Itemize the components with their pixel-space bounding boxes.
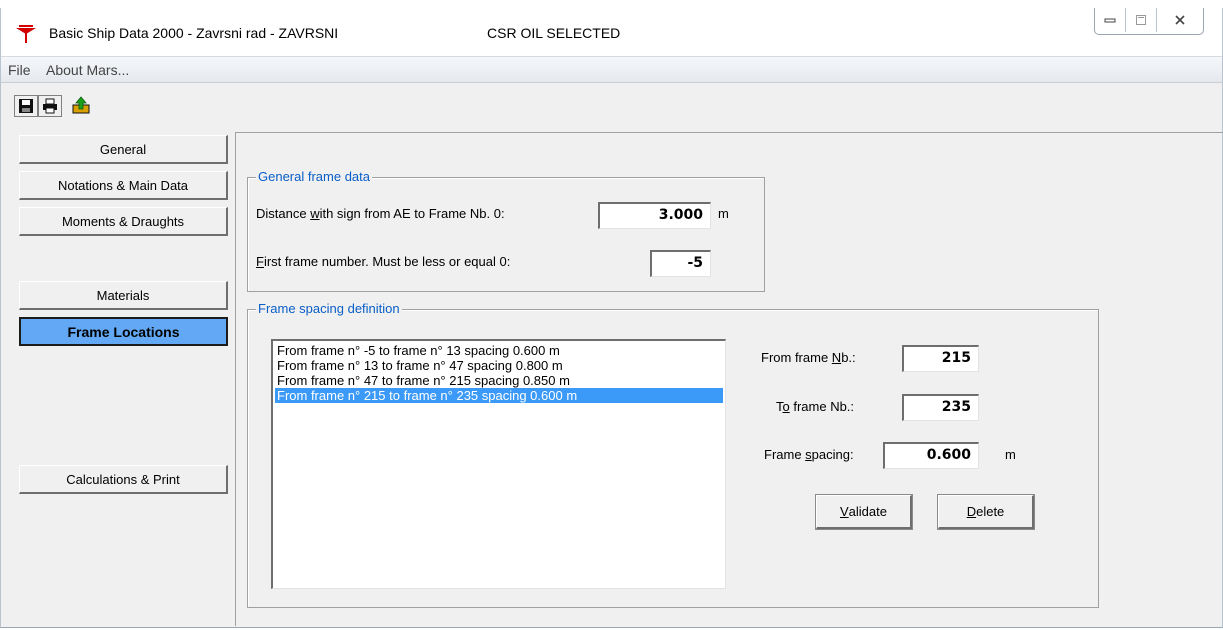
frame-spacing-field[interactable]: 0.600 — [883, 442, 979, 469]
maximize-button[interactable] — [1125, 8, 1156, 32]
distance-field[interactable]: 3.000 — [598, 202, 711, 229]
window-title: Basic Ship Data 2000 - Zavrsni rad - ZAV… — [49, 25, 339, 41]
nav-calculations-print[interactable]: Calculations & Print — [19, 465, 228, 494]
nav-moments-draughts[interactable]: Moments & Draughts — [19, 207, 228, 236]
first-frame-label: First frame number. Must be less or equa… — [256, 254, 511, 269]
export-icon — [72, 96, 90, 114]
frame-spacing-label: Frame spacing: — [764, 447, 854, 462]
export-button[interactable] — [70, 95, 92, 115]
first-frame-field[interactable]: -5 — [650, 250, 711, 277]
from-frame-field[interactable]: 215 — [902, 345, 979, 372]
distance-unit: m — [718, 206, 729, 221]
to-frame-field[interactable]: 235 — [902, 394, 979, 421]
save-button[interactable] — [14, 95, 38, 117]
group-legend: General frame data — [256, 169, 373, 184]
to-frame-label: To frame Nb.: — [776, 399, 855, 414]
group-legend: Frame spacing definition — [256, 301, 402, 316]
title-bar: Basic Ship Data 2000 - Zavrsni rad - ZAV… — [1, 8, 1222, 56]
minimize-icon — [1104, 18, 1116, 23]
menu-about[interactable]: About Mars... — [46, 62, 129, 78]
toolbar — [1, 86, 301, 117]
nav-notations-main-data[interactable]: Notations & Main Data — [19, 171, 228, 200]
app-logo-icon — [16, 25, 36, 43]
frame-spacing-unit: m — [1005, 447, 1016, 462]
nav-materials[interactable]: Materials — [19, 281, 228, 310]
nav-general[interactable]: General — [19, 135, 228, 164]
print-icon — [43, 98, 57, 114]
maximize-icon — [1136, 15, 1146, 25]
selection-status: CSR OIL SELECTED — [487, 25, 621, 41]
list-item[interactable]: From frame n° 13 to frame n° 47 spacing … — [275, 358, 723, 373]
close-button[interactable] — [1156, 8, 1203, 32]
application-window: Basic Ship Data 2000 - Zavrsni rad - ZAV… — [0, 8, 1223, 628]
minimize-button[interactable] — [1095, 8, 1125, 32]
print-button[interactable] — [38, 95, 62, 117]
frame-spacing-list[interactable]: From frame n° -5 to frame n° 13 spacing … — [271, 339, 726, 589]
from-frame-label: From frame Nb.: — [761, 350, 856, 365]
list-item-selected[interactable]: From frame n° 215 to frame n° 235 spacin… — [275, 388, 723, 403]
nav-frame-locations[interactable]: Frame Locations — [19, 317, 228, 346]
menu-bar: File About Mars... — [1, 56, 1222, 83]
list-item[interactable]: From frame n° -5 to frame n° 13 spacing … — [275, 343, 723, 358]
window-controls — [1094, 8, 1204, 35]
menu-file[interactable]: File — [8, 62, 31, 78]
list-item[interactable]: From frame n° 47 to frame n° 215 spacing… — [275, 373, 723, 388]
close-icon — [1175, 15, 1185, 25]
validate-button[interactable]: Validate — [815, 494, 913, 530]
delete-button[interactable]: Delete — [937, 494, 1035, 530]
save-icon — [19, 99, 33, 113]
distance-label: Distance with sign from AE to Frame Nb. … — [256, 206, 505, 221]
